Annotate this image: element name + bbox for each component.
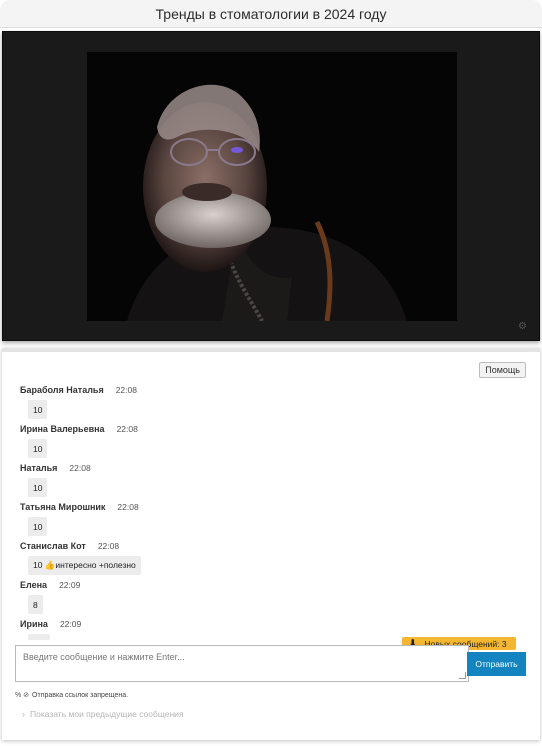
message-author: Елена xyxy=(20,580,48,590)
page-title: Тренды в стоматологии в 2024 году xyxy=(155,5,387,22)
message-author: Татьяна Мирошник xyxy=(20,502,106,512)
message-author: Бараболя Наталья xyxy=(20,385,104,395)
gear-icon[interactable]: ⚙ xyxy=(518,321,527,332)
message-author: Ирина Валерьевна xyxy=(20,424,105,434)
message-time: 22:08 xyxy=(115,385,137,395)
message-author: Станислав Кот xyxy=(20,541,86,551)
message-time: 22:09 xyxy=(59,580,81,590)
video-stream[interactable] xyxy=(87,52,457,321)
message-text: 10 👍интересно +полезно xyxy=(28,556,141,575)
message-text: 10 xyxy=(28,517,48,536)
list-item: Бараболя Наталья 22:08 10 xyxy=(18,382,478,421)
message-text: 8 xyxy=(28,595,43,614)
video-frame-image xyxy=(87,52,457,321)
list-item: Наталья 22:08 10 xyxy=(18,460,478,499)
message-time: 22:08 xyxy=(116,424,138,434)
chat-panel: Помощь Бараболя Наталья 22:08 10 Ирина В… xyxy=(2,348,540,740)
message-input[interactable] xyxy=(16,646,468,681)
message-list[interactable]: Бараболя Наталья 22:08 10 Ирина Валерьев… xyxy=(18,382,478,640)
title-bar: Тренды в стоматологии в 2024 году xyxy=(0,0,542,28)
message-time: 22:08 xyxy=(97,541,120,551)
video-player[interactable]: ⚙ xyxy=(2,31,540,341)
show-previous-messages-link[interactable]: › Показать мои предыдущие сообщения xyxy=(22,709,184,719)
help-button[interactable]: Помощь xyxy=(479,362,526,378)
chevron-right-icon: › xyxy=(22,709,25,719)
message-text: 10 xyxy=(28,478,48,497)
message-time: 22:08 xyxy=(117,502,139,512)
links-notice: % ⊘ Отправка ссылок запрещена. xyxy=(15,691,129,700)
message-author: Наталья xyxy=(20,463,58,473)
message-author: Ирина xyxy=(20,619,48,629)
list-item: Ирина Валерьевна 22:08 10 xyxy=(18,421,478,460)
message-time: 22:08 xyxy=(69,463,91,473)
message-input-box[interactable] xyxy=(15,645,469,682)
list-item: Елена 22:09 8 xyxy=(18,577,478,616)
list-item: Станислав Кот 22:08 10 👍интересно +полез… xyxy=(18,538,478,577)
show-previous-label: Показать мои предыдущие сообщения xyxy=(30,709,184,719)
message-text: 10 xyxy=(28,439,48,458)
message-time: 22:09 xyxy=(59,619,82,629)
message-text: 10 xyxy=(28,400,48,419)
send-button[interactable]: Отправить xyxy=(467,652,526,676)
links-notice-text: Отправка ссылок запрещена. xyxy=(32,691,129,699)
link-forbidden-icon: % ⊘ xyxy=(15,692,30,699)
list-item: Татьяна Мирошник 22:08 10 xyxy=(18,499,478,538)
message-text xyxy=(28,634,50,640)
resize-handle-icon[interactable] xyxy=(459,672,466,679)
